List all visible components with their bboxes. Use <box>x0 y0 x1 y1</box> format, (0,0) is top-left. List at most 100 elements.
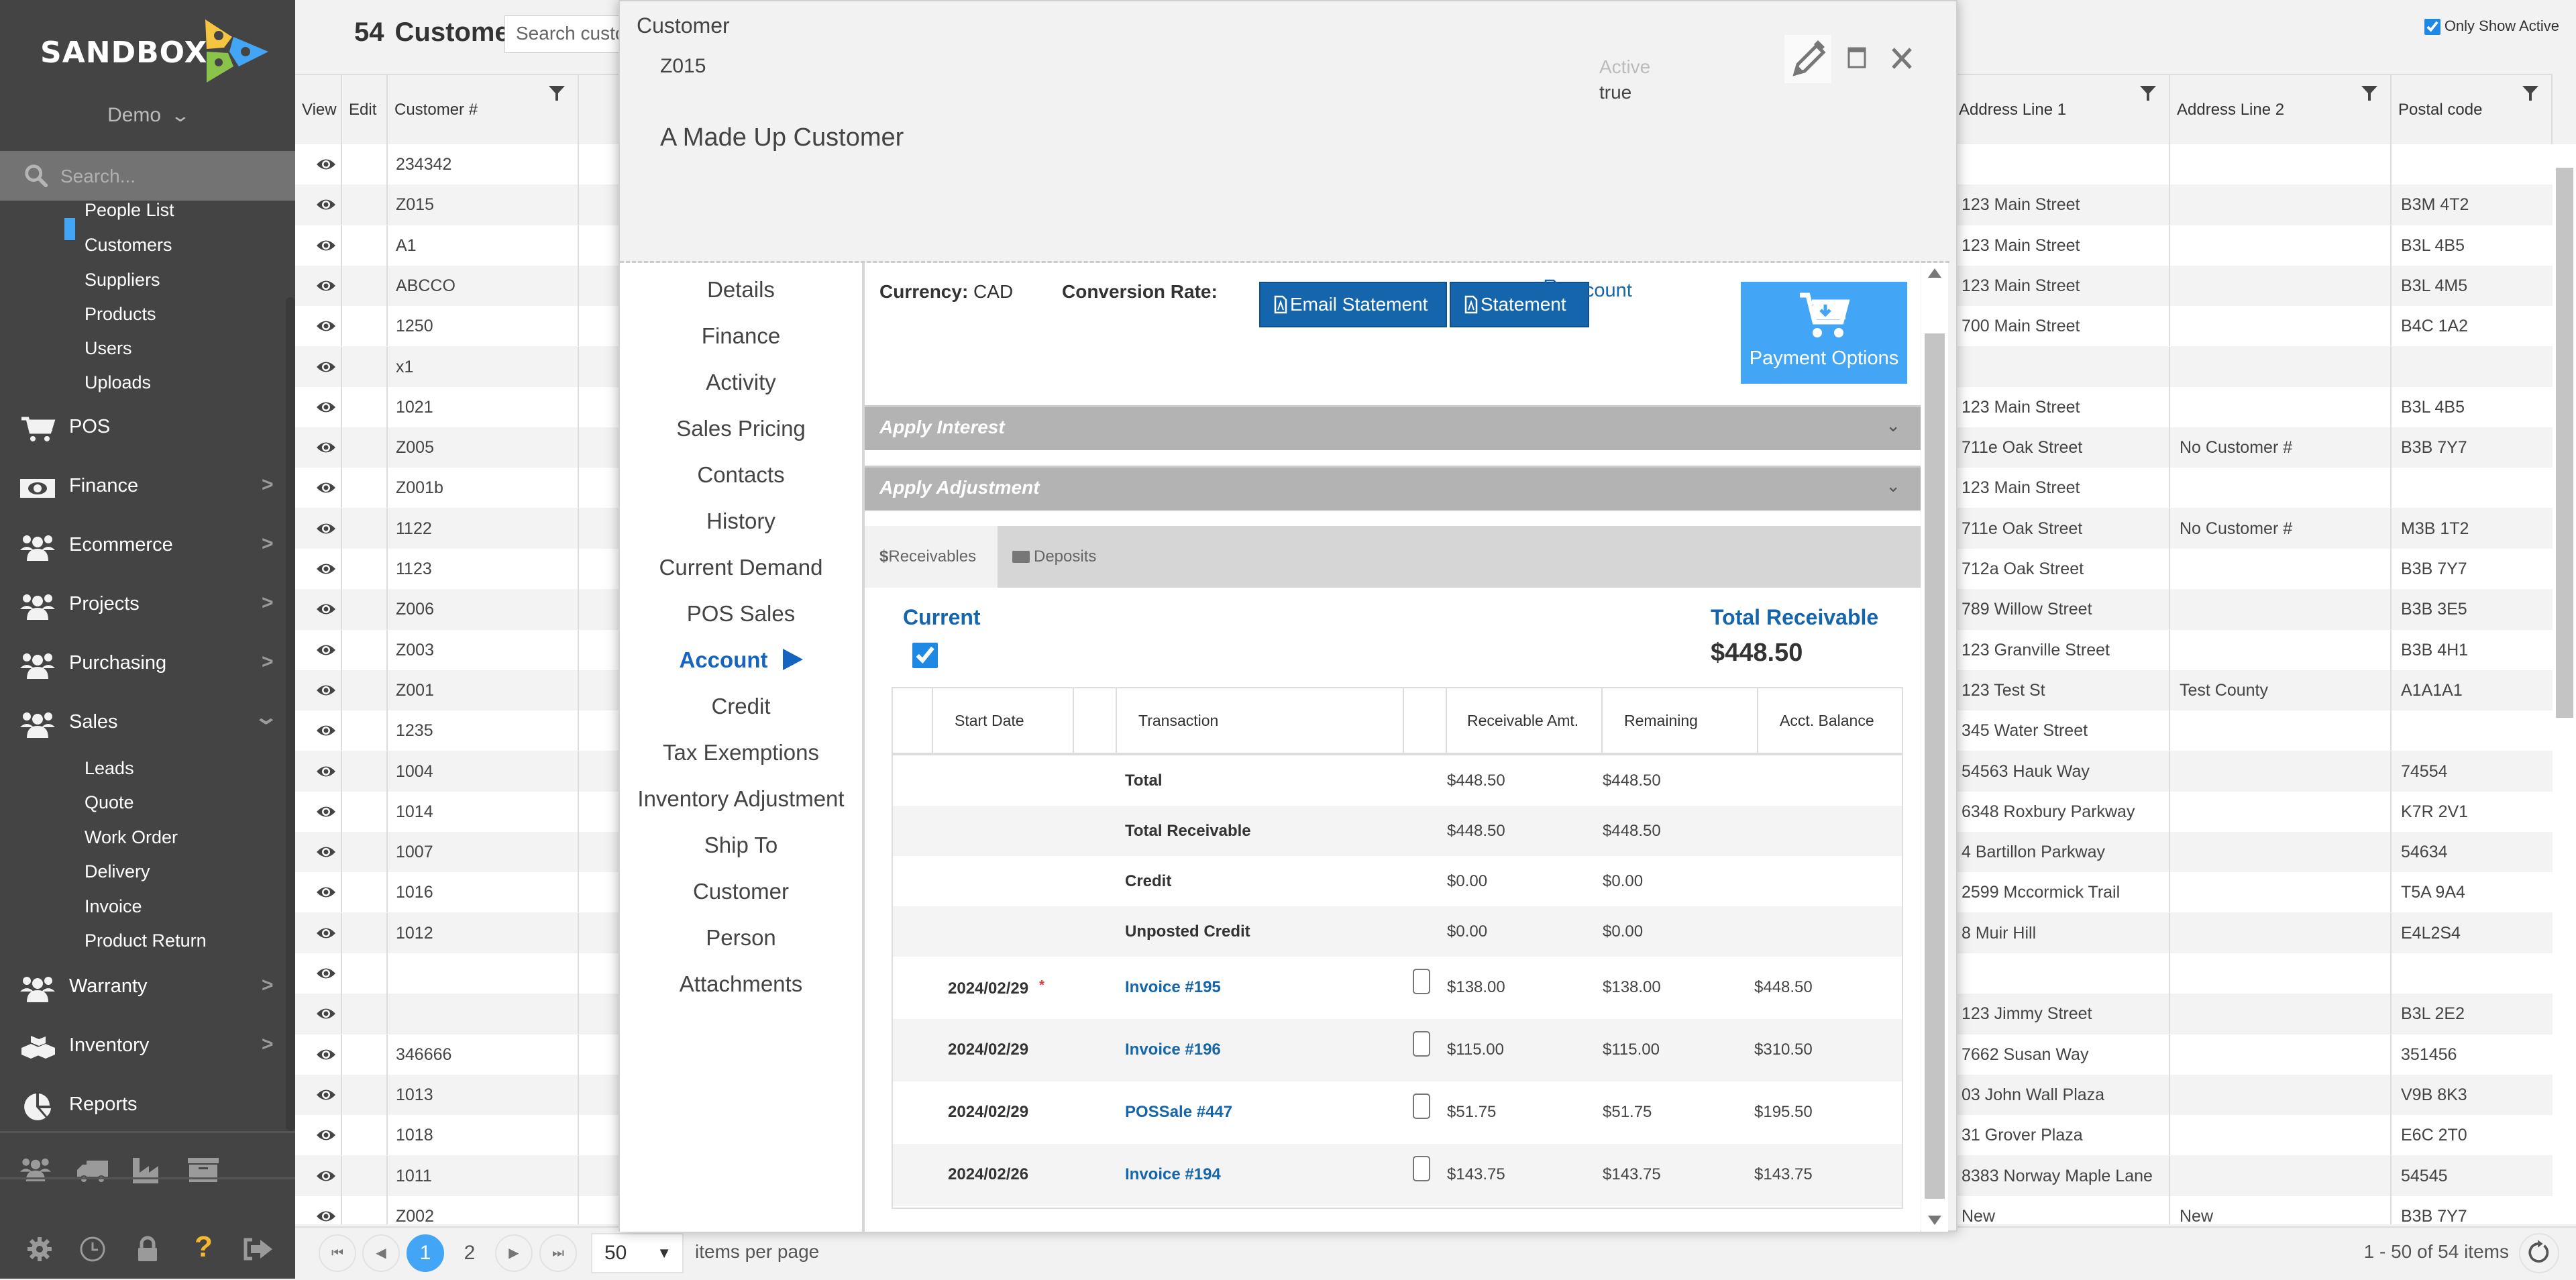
sidebar-item-inventory[interactable]: Inventory > <box>0 1028 282 1068</box>
clock-icon[interactable] <box>76 1236 110 1263</box>
truck-icon[interactable] <box>76 1158 109 1185</box>
nav-item-history[interactable]: History <box>620 509 862 534</box>
eye-icon[interactable] <box>316 562 336 576</box>
eye-icon[interactable] <box>316 1209 336 1224</box>
sidebar-item-projects[interactable]: Projects > <box>0 586 282 627</box>
eye-icon[interactable] <box>316 440 336 455</box>
nav-item-customer[interactable]: Customer <box>620 879 862 904</box>
sidebar-item-ecommerce[interactable]: Ecommerce > <box>0 527 282 568</box>
company-selector[interactable]: Demo ⌄ <box>0 104 295 127</box>
eye-icon[interactable] <box>316 1047 336 1062</box>
transaction-row[interactable]: 2024/02/29 * Invoice #195 $138.00 $138.00 $44… <box>893 957 1902 1019</box>
sidebar-item-quote[interactable]: Quote <box>85 792 134 813</box>
sidebar-item-product-return[interactable]: Product Return <box>85 930 207 951</box>
column-header-address-2[interactable]: Address Line 2 <box>2170 75 2392 145</box>
sidebar-item-products[interactable]: Products <box>85 304 156 325</box>
scroll-down-icon[interactable] <box>1928 1216 1941 1225</box>
account-excel-link[interactable]: Account <box>1544 279 1632 302</box>
filter-icon[interactable] <box>2139 85 2157 102</box>
sidebar-item-delivery[interactable]: Delivery <box>85 861 150 882</box>
scroll-up-icon[interactable] <box>1928 268 1941 278</box>
transaction-row[interactable]: 2024/02/29 Invoice #196 $115.00 $115.00 $310… <box>893 1019 1902 1081</box>
sidebar-item-uploads[interactable]: Uploads <box>85 372 151 393</box>
modal-scrollbar[interactable] <box>1921 263 1948 1232</box>
eye-icon[interactable] <box>316 1006 336 1021</box>
sidebar-scrollbar[interactable] <box>286 297 295 1131</box>
sidebar-item-work-order[interactable]: Work Order <box>85 827 178 848</box>
transaction-row[interactable]: 2024/02/29 POSSale #447 $51.75 $51.75 $195.5… <box>893 1081 1902 1144</box>
transaction-link[interactable]: Invoice #194 <box>1125 1165 1221 1184</box>
tab-deposits[interactable]: Deposits <box>1012 526 1096 588</box>
eye-icon[interactable] <box>316 804 336 819</box>
nav-item-contacts[interactable]: Contacts <box>620 462 862 488</box>
column-header-postal-code[interactable]: Postal code <box>2392 75 2553 145</box>
sidebar-item-sales[interactable]: Sales ⌄ <box>0 704 282 745</box>
sidebar-item-customers[interactable]: Customers <box>85 235 172 256</box>
page-1-button[interactable]: 1 <box>407 1234 444 1272</box>
nav-item-inventory-adjustment[interactable]: Inventory Adjustment <box>620 786 862 812</box>
sidebar-item-people-list[interactable]: People List <box>85 200 174 221</box>
nav-item-credit[interactable]: Credit <box>620 694 862 719</box>
column-header-address-1[interactable]: Address Line 1 <box>1952 75 2170 145</box>
eye-icon[interactable] <box>316 521 336 536</box>
page-size-select[interactable]: 50 ▼ <box>591 1233 684 1273</box>
eye-icon[interactable] <box>316 966 336 981</box>
nav-item-person[interactable]: Person <box>620 925 862 951</box>
sign-out-icon[interactable] <box>241 1236 275 1263</box>
email-statement-button[interactable]: Email Statement <box>1259 282 1447 327</box>
eye-icon[interactable] <box>316 764 336 779</box>
eye-icon[interactable] <box>316 400 336 415</box>
maximize-icon[interactable] <box>1847 47 1866 68</box>
nav-item-details[interactable]: Details <box>620 277 862 303</box>
nav-item-current-demand[interactable]: Current Demand <box>620 555 862 580</box>
eye-icon[interactable] <box>316 683 336 698</box>
eye-icon[interactable] <box>316 197 336 212</box>
transaction-link[interactable]: Invoice #196 <box>1125 1041 1221 1059</box>
filter-icon[interactable] <box>548 85 566 102</box>
lock-icon[interactable] <box>131 1236 165 1263</box>
transaction-checkbox[interactable] <box>1413 1031 1430 1057</box>
eye-icon[interactable] <box>316 360 336 374</box>
eye-icon[interactable] <box>316 723 336 738</box>
eye-icon[interactable] <box>316 602 336 617</box>
sidebar-item-invoice[interactable]: Invoice <box>85 896 142 917</box>
nav-item-sales-pricing[interactable]: Sales Pricing <box>620 416 862 441</box>
eye-icon[interactable] <box>316 885 336 900</box>
close-icon[interactable] <box>1891 47 1913 70</box>
eye-icon[interactable] <box>316 1169 336 1183</box>
transaction-checkbox[interactable] <box>1413 969 1430 994</box>
eye-icon[interactable] <box>316 1128 336 1142</box>
last-page-button[interactable]: ⏭ <box>539 1234 577 1272</box>
current-checkbox[interactable] <box>912 643 938 668</box>
eye-icon[interactable] <box>316 1087 336 1102</box>
sidebar-item-warranty[interactable]: Warranty > <box>0 969 282 1009</box>
nav-item-pos-sales[interactable]: POS Sales <box>620 601 862 627</box>
eye-icon[interactable] <box>316 238 336 253</box>
filter-icon[interactable] <box>2361 85 2378 102</box>
eye-icon[interactable] <box>316 845 336 859</box>
only-show-active-checkbox[interactable] <box>2424 19 2440 36</box>
eye-icon[interactable] <box>316 157 336 172</box>
eye-icon[interactable] <box>316 926 336 941</box>
sidebar-item-pos[interactable]: POS <box>0 409 282 449</box>
sidebar-item-finance[interactable]: Finance > <box>0 468 282 509</box>
nav-item-finance[interactable]: Finance <box>620 323 862 349</box>
gear-icon[interactable] <box>23 1236 56 1263</box>
tab-receivables[interactable]: $Receivables <box>865 526 998 588</box>
nav-item-tax-exemptions[interactable]: Tax Exemptions <box>620 740 862 765</box>
column-header-customer-no[interactable]: Customer # <box>388 75 579 145</box>
transaction-link[interactable]: POSSale #447 <box>1125 1103 1232 1122</box>
archive-icon[interactable] <box>186 1157 220 1183</box>
transaction-row[interactable]: 2024/02/26 Invoice #194 $143.75 $143.75 $143… <box>893 1144 1902 1206</box>
eye-icon[interactable] <box>316 480 336 495</box>
edit-button[interactable] <box>1784 35 1831 83</box>
scrollbar-thumb[interactable] <box>2556 168 2573 718</box>
help-icon[interactable]: ? <box>195 1230 228 1263</box>
only-show-active-toggle[interactable]: Only Show Active <box>2424 17 2559 36</box>
factory-icon[interactable] <box>131 1157 165 1183</box>
transaction-checkbox[interactable] <box>1413 1156 1430 1181</box>
grid-scrollbar[interactable] <box>2553 144 2576 1224</box>
eye-icon[interactable] <box>316 278 336 293</box>
transaction-checkbox[interactable] <box>1413 1094 1430 1119</box>
brand-logo[interactable]: SANDBOX <box>40 17 268 84</box>
